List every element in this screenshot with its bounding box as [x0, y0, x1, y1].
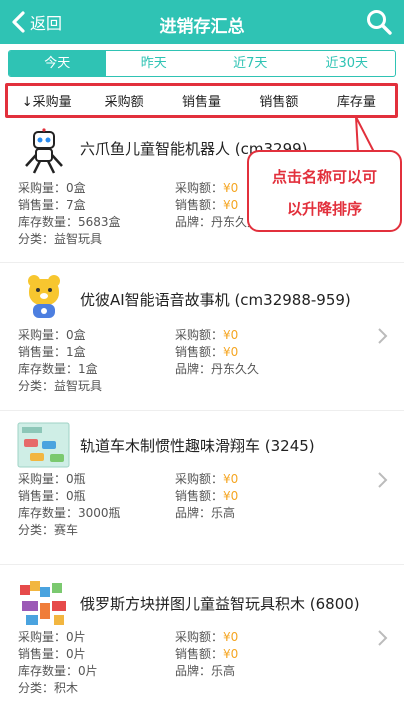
tooltip-pointer [355, 116, 376, 153]
category: 分类：赛车 [18, 523, 79, 537]
purchase-amount: ¥0 [223, 472, 239, 486]
sort-purchase-qty[interactable]: ↓采购量 [8, 91, 85, 110]
stock-qty: 库存数量：3000瓶 [18, 506, 121, 520]
product-name[interactable]: 俄罗斯方块拼图儿童益智玩具积木 (6800) [80, 593, 360, 614]
sales-amount-label: 销售额： [175, 489, 224, 503]
date-tabs-bar: 今天 昨天 近7天 近30天 [0, 44, 404, 82]
tab-yesterday[interactable]: 昨天 [106, 51, 203, 76]
product-name[interactable]: 轨道车木制惯性趣味滑翔车 (3245) [80, 435, 315, 456]
sales-qty: 销售量：0片 [18, 647, 86, 661]
sort-purchase-amount[interactable]: 采购额 [85, 91, 162, 110]
chevron-right-icon[interactable] [376, 327, 388, 345]
sales-amount: ¥0 [223, 345, 239, 359]
list-item[interactable]: 优彼AI智能语音故事机 (cm32988-959) 采购量：0盒 采购额：¥0 … [0, 263, 404, 411]
sort-sales-qty[interactable]: 销售量 [163, 91, 240, 110]
search-icon[interactable] [366, 9, 392, 35]
product-stats: 采购量：0瓶 采购额：¥0 销售量：0瓶 销售额：¥0 库存数量：3000瓶 品… [18, 471, 348, 539]
purchase-qty: 采购量：0瓶 [18, 472, 86, 486]
sales-amount: ¥0 [223, 198, 239, 212]
blocks-toy-icon [20, 581, 66, 625]
sort-stock-qty[interactable]: 库存量 [318, 91, 395, 110]
bear-story-machine-icon [28, 275, 60, 318]
brand: 品牌：乐高 [175, 664, 236, 678]
sort-hint-tooltip: 点击名称可以可 以升降排序 [247, 150, 402, 232]
track-car-box-icon [17, 422, 70, 468]
tooltip-line-2: 以升降排序 [286, 200, 362, 218]
sales-qty: 销售量：7盒 [18, 198, 86, 212]
purchase-amount-label: 采购额： [175, 328, 224, 342]
chevron-right-icon[interactable] [376, 471, 388, 489]
stock-qty: 库存数量：1盒 [18, 362, 98, 376]
category: 分类：益智玩具 [18, 232, 103, 246]
category: 分类：益智玩具 [18, 379, 103, 393]
sales-amount-label: 销售额： [175, 647, 224, 661]
date-tabs: 今天 昨天 近7天 近30天 [8, 50, 396, 77]
list-item[interactable]: 俄罗斯方块拼图儿童益智玩具积木 (6800) 采购量：0片 采购额：¥0 销售量… [0, 565, 404, 705]
sort-bar: ↓采购量 采购额 销售量 销售额 库存量 [5, 83, 398, 118]
top-bar: 返回 进销存汇总 [0, 0, 404, 44]
tooltip-line-1: 点击名称可以可 [271, 168, 377, 186]
purchase-amount-label: 采购额： [175, 630, 224, 644]
sales-amount: ¥0 [223, 647, 239, 661]
sales-amount: ¥0 [223, 489, 239, 503]
purchase-qty: 采购量：0盒 [18, 328, 86, 342]
stock-qty: 库存数量：0片 [18, 664, 98, 678]
sort-sales-amount[interactable]: 销售额 [240, 91, 317, 110]
brand: 品牌：丹东久久 [175, 362, 260, 376]
purchase-qty: 采购量：0盒 [18, 181, 86, 195]
purchase-amount: ¥0 [223, 328, 239, 342]
category: 分类：积木 [18, 681, 79, 695]
tab-last-7-days[interactable]: 近7天 [202, 51, 299, 76]
purchase-amount: ¥0 [223, 630, 239, 644]
purchase-amount: ¥0 [223, 181, 239, 195]
purchase-amount-label: 采购额： [175, 472, 224, 486]
product-stats: 采购量：0盒 采购额：¥0 销售量：1盒 销售额：¥0 库存数量：1盒 品牌：丹… [18, 327, 348, 395]
product-stats: 采购量：0片 采购额：¥0 销售量：0片 销售额：¥0 库存数量：0片 品牌：乐… [18, 629, 348, 697]
stock-qty: 库存数量：5683盒 [18, 215, 121, 229]
brand: 品牌：乐高 [175, 506, 236, 520]
robot-toy-icon [25, 128, 63, 174]
product-name[interactable]: 优彼AI智能语音故事机 (cm32988-959) [80, 289, 351, 310]
sales-qty: 销售量：0瓶 [18, 489, 86, 503]
tab-today[interactable]: 今天 [9, 51, 106, 76]
sales-qty: 销售量：1盒 [18, 345, 86, 359]
chevron-right-icon[interactable] [376, 629, 388, 647]
sales-amount-label: 销售额： [175, 198, 224, 212]
page-title: 进销存汇总 [159, 17, 245, 37]
purchase-amount-label: 采购额： [175, 181, 224, 195]
sales-amount-label: 销售额： [175, 345, 224, 359]
list-item[interactable]: 轨道车木制惯性趣味滑翔车 (3245) 采购量：0瓶 采购额：¥0 销售量：0瓶… [0, 411, 404, 565]
purchase-qty: 采购量：0片 [18, 630, 86, 644]
tab-last-30-days[interactable]: 近30天 [299, 51, 396, 76]
